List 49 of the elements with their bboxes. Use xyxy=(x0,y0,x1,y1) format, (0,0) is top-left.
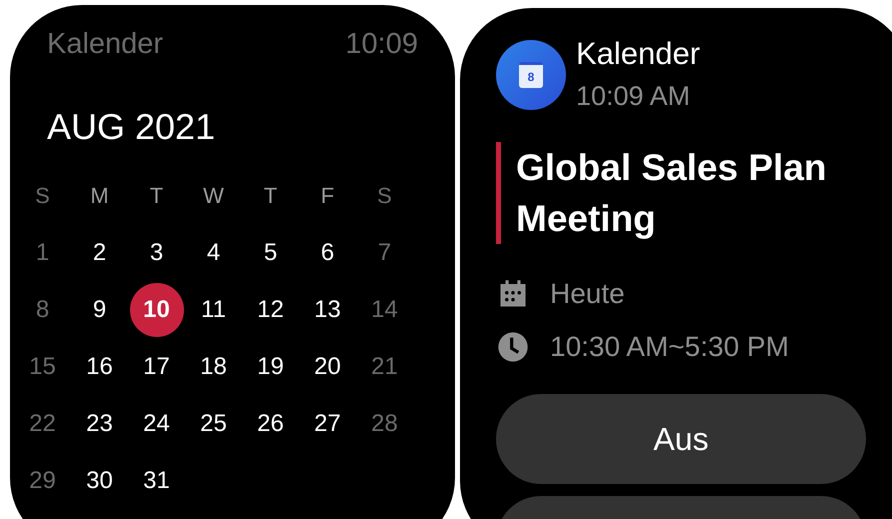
clock-icon xyxy=(496,330,530,362)
calendar-day[interactable]: 29 xyxy=(16,454,70,508)
weekday-label: S xyxy=(376,182,393,210)
weekday-label: T xyxy=(262,182,278,210)
event-title: Global Sales Plan Meeting xyxy=(516,146,828,241)
event-date: Heute xyxy=(550,277,625,311)
calendar-day[interactable]: 16 xyxy=(72,340,126,394)
weekday-label: S xyxy=(34,182,51,210)
weekday-label: M xyxy=(89,182,110,210)
calendar-day[interactable]: 28 xyxy=(358,396,412,450)
calendar-day[interactable]: 12 xyxy=(244,282,298,336)
calendar-day[interactable]: 25 xyxy=(186,396,240,450)
weekday-label: T xyxy=(148,182,164,210)
calendar-day[interactable]: 21 xyxy=(358,340,412,394)
received-time: 10:09 AM xyxy=(576,80,692,113)
calendar-day[interactable]: 4 xyxy=(186,226,240,280)
dismiss-button[interactable]: Aus xyxy=(496,394,866,484)
calendar-day[interactable]: 23 xyxy=(72,396,126,450)
calendar-day[interactable]: 27 xyxy=(300,396,354,450)
calendar-day[interactable]: 11 xyxy=(186,282,240,336)
calendar-app-icon: 8 xyxy=(496,40,566,110)
calendar-day[interactable]: 14 xyxy=(358,282,412,336)
calendar-day[interactable]: 18 xyxy=(186,340,240,394)
calendar-day[interactable]: 31 xyxy=(130,454,184,508)
calendar-day[interactable]: 20 xyxy=(300,340,354,394)
calendar-day[interactable]: 6 xyxy=(300,226,354,280)
weekday-label: W xyxy=(202,182,225,210)
calendar-day[interactable]: 13 xyxy=(300,282,354,336)
calendar-day[interactable]: 5 xyxy=(244,226,298,280)
calendar-day[interactable]: 8 xyxy=(16,282,70,336)
calendar-day[interactable]: 9 xyxy=(72,282,126,336)
app-name: Kalender xyxy=(576,36,700,72)
event-time: 10:30 AM~5:30 PM xyxy=(550,330,789,364)
calendar-day[interactable]: 7 xyxy=(358,226,412,280)
calendar-day[interactable]: 2 xyxy=(72,226,126,280)
calendar-day[interactable]: 1 xyxy=(16,226,70,280)
calendar-day[interactable]: 17 xyxy=(130,340,184,394)
app-title: Kalender xyxy=(47,27,164,61)
weekday-label: F xyxy=(320,182,336,210)
calendar-day[interactable]: 15 xyxy=(16,340,70,394)
calendar-day[interactable]: 3 xyxy=(130,226,184,280)
calendar-day[interactable]: 26 xyxy=(244,396,298,450)
clock: 10:09 xyxy=(345,27,418,61)
calendar-day[interactable]: 24 xyxy=(130,396,184,450)
calendar-day[interactable]: 22 xyxy=(16,396,70,450)
selected-day[interactable]: 10 xyxy=(130,282,184,336)
calendar-day[interactable]: 30 xyxy=(72,454,126,508)
calendar-day[interactable]: 19 xyxy=(244,340,298,394)
month-title: AUG 2021 xyxy=(47,107,216,147)
